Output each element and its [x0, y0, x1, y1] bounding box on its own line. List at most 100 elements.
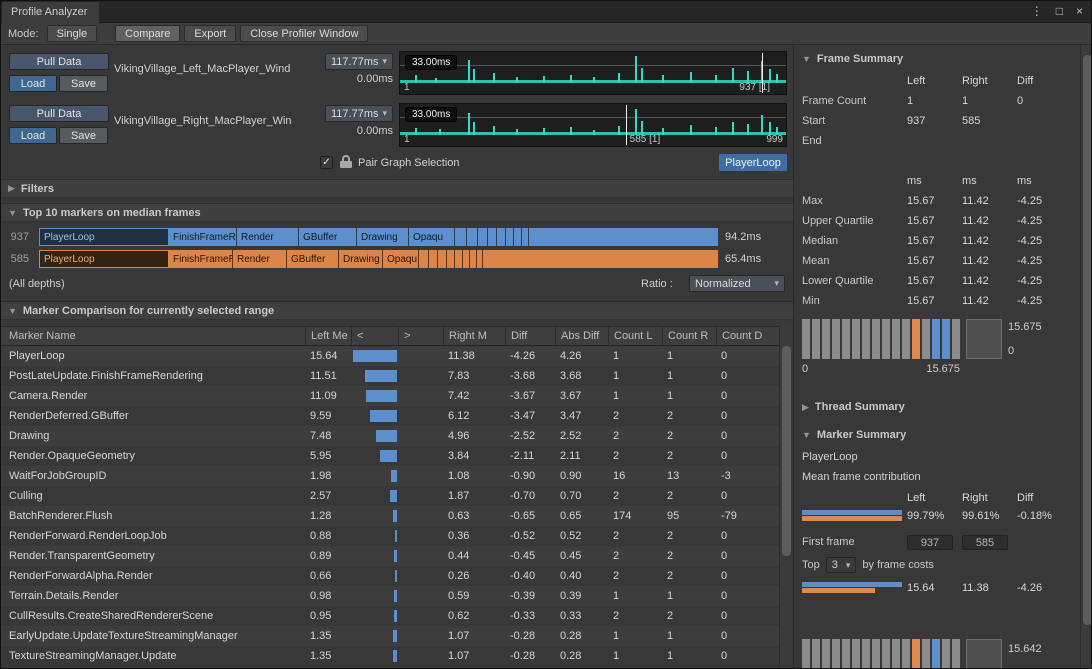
histogram-selection-box[interactable] — [966, 639, 1002, 669]
marker-segment[interactable] — [514, 228, 522, 246]
marker-segment[interactable]: Render — [233, 250, 287, 268]
marker-segment[interactable] — [438, 250, 447, 268]
marker-segment[interactable] — [419, 250, 429, 268]
comparison-scrollbar[interactable] — [779, 326, 792, 669]
maximize-icon[interactable]: □ — [1056, 4, 1063, 18]
range-max-dropdown-left[interactable]: 117.77ms ▾ — [325, 53, 393, 70]
foldout-open-icon[interactable]: ▼ — [802, 54, 811, 64]
marker-segment[interactable] — [483, 250, 719, 268]
close-profiler-window-button[interactable]: Close Profiler Window — [240, 25, 368, 42]
foldout-open-icon[interactable]: ▼ — [802, 430, 811, 440]
column-header-left-me[interactable]: Left Me — [305, 327, 351, 345]
marker-row[interactable]: CullResults.CreateSharedRendererScene0.9… — [1, 606, 779, 626]
column-header-count-l[interactable]: Count L — [608, 327, 662, 345]
save-button-right[interactable]: Save — [59, 127, 108, 144]
foldout-open-icon[interactable]: ▼ — [8, 306, 17, 316]
foldout-closed-icon[interactable]: ▶ — [802, 402, 809, 413]
marker-row[interactable]: BatchRenderer.Flush1.280.63-0.650.651749… — [1, 506, 779, 526]
column-header-diff[interactable]: Diff — [505, 327, 555, 345]
thread-summary-header[interactable]: ▶ Thread Summary — [802, 401, 905, 413]
ratio-dropdown[interactable]: Normalized ▾ — [689, 275, 785, 292]
marker-segment[interactable] — [467, 228, 478, 246]
marker-row[interactable]: Terrain.Details.Render0.980.59-0.390.391… — [1, 586, 779, 606]
marker-segment[interactable]: Opaqu — [383, 250, 419, 268]
load-button-left[interactable]: Load — [9, 75, 57, 92]
marker-segment[interactable]: Drawing — [339, 250, 383, 268]
marker-segment[interactable]: PlayerLoop — [39, 228, 169, 246]
marker-row[interactable]: RenderForward.RenderLoopJob0.880.36-0.52… — [1, 526, 779, 546]
marker-segment[interactable] — [488, 228, 497, 246]
column-header--[interactable]: < — [351, 327, 398, 345]
top10-bar[interactable]: PlayerLoopFinishFrameRRenderGBufferDrawi… — [39, 250, 719, 268]
summary-scrollbar[interactable] — [1080, 45, 1092, 669]
selected-frame-marker[interactable] — [626, 105, 627, 145]
column-header-right-m[interactable]: Right M — [443, 327, 505, 345]
window-tab[interactable]: Profile Analyzer — [2, 2, 99, 23]
marker-row[interactable]: PlayerLoop15.6411.38-4.264.26110 — [1, 346, 779, 366]
foldout-closed-icon[interactable]: ▶ — [8, 183, 15, 194]
marker-segment[interactable] — [478, 228, 488, 246]
marker-summary-header[interactable]: ▼ Marker Summary — [802, 429, 906, 441]
marker-row[interactable]: Render.OpaqueGeometry5.953.84-2.112.1122… — [1, 446, 779, 466]
histogram-selection-box[interactable] — [966, 319, 1002, 359]
pair-selection-checkbox[interactable]: ✓ — [320, 156, 333, 169]
scrollbar-thumb[interactable] — [782, 346, 791, 556]
marker-segment[interactable]: PlayerLoop — [39, 250, 169, 268]
column-header-count-r[interactable]: Count R — [662, 327, 716, 345]
close-icon[interactable]: × — [1076, 4, 1083, 18]
frame-summary-histogram[interactable] — [802, 319, 960, 359]
pull-data-button-left[interactable]: Pull Data — [9, 53, 109, 70]
frame-time-graph-right[interactable]: 33.00ms 1 585 [1] 999 — [399, 103, 787, 147]
range-max-dropdown-right[interactable]: 117.77ms ▾ — [325, 105, 393, 122]
marker-row[interactable]: PostLateUpdate.FinishFrameRendering11.51… — [1, 366, 779, 386]
save-button-left[interactable]: Save — [59, 75, 108, 92]
marker-segment[interactable] — [463, 250, 470, 268]
column-header-marker-name[interactable]: Marker Name — [1, 327, 305, 345]
foldout-open-icon[interactable]: ▼ — [8, 208, 17, 218]
marker-segment[interactable] — [497, 228, 506, 246]
marker-segment[interactable] — [470, 250, 477, 268]
marker-row[interactable]: TextureStreamingManager.Update1.351.07-0… — [1, 646, 779, 666]
mode-single-button[interactable]: Single — [47, 25, 98, 42]
frame-summary-header[interactable]: ▼ Frame Summary — [802, 53, 903, 65]
top-n-dropdown[interactable]: 3 ▾ — [826, 557, 857, 573]
scrollbar-thumb[interactable] — [1083, 55, 1092, 625]
marker-segment[interactable]: Opaqu — [409, 228, 455, 246]
marker-row[interactable]: Render.TransparentGeometry0.890.44-0.450… — [1, 546, 779, 566]
marker-row[interactable]: RenderForwardAlpha.Render0.660.26-0.400.… — [1, 566, 779, 586]
marker-row[interactable]: Culling2.571.87-0.700.70220 — [1, 486, 779, 506]
marker-segment[interactable] — [506, 228, 514, 246]
marker-segment[interactable] — [529, 228, 719, 246]
marker-segment[interactable] — [455, 250, 463, 268]
marker-segment[interactable] — [522, 228, 529, 246]
marker-summary-histogram[interactable] — [802, 639, 960, 669]
column-header-abs-diff[interactable]: Abs Diff — [555, 327, 608, 345]
menu-icon[interactable]: ⋮ — [1031, 4, 1043, 18]
marker-segment[interactable]: Drawing — [357, 228, 409, 246]
comparison-section-header[interactable]: ▼ Marker Comparison for currently select… — [1, 301, 793, 320]
marker-segment[interactable] — [455, 228, 467, 246]
marker-segment[interactable]: FinishFrameR — [169, 228, 237, 246]
marker-row[interactable]: Drawing7.484.96-2.522.52220 — [1, 426, 779, 446]
pull-data-button-right[interactable]: Pull Data — [9, 105, 109, 122]
marker-row[interactable]: EarlyUpdate.UpdateTextureStreamingManage… — [1, 626, 779, 646]
graph-plot[interactable] — [400, 104, 786, 135]
marker-segment[interactable]: Render — [237, 228, 299, 246]
paired-marker-chip[interactable]: PlayerLoop — [719, 154, 787, 171]
marker-segment[interactable]: GBuffer — [287, 250, 339, 268]
load-button-right[interactable]: Load — [9, 127, 57, 144]
frame-time-graph-left[interactable]: 33.00ms 1 937 [1] — [399, 51, 787, 95]
column-header-count-d[interactable]: Count D — [716, 327, 770, 345]
lock-icon[interactable] — [340, 155, 352, 168]
first-frame-right-button[interactable]: 585 — [962, 535, 1008, 550]
export-button[interactable]: Export — [184, 25, 236, 42]
marker-row[interactable]: RenderDeferred.GBuffer9.596.12-3.473.472… — [1, 406, 779, 426]
marker-row[interactable]: WaitForJobGroupID1.981.08-0.900.901613-3 — [1, 466, 779, 486]
marker-segment[interactable] — [429, 250, 438, 268]
mode-compare-button[interactable]: Compare — [115, 25, 180, 42]
top10-section-header[interactable]: ▼ Top 10 markers on median frames — [1, 203, 793, 222]
marker-segment[interactable]: FinishFrameR — [169, 250, 233, 268]
top10-bar[interactable]: PlayerLoopFinishFrameRRenderGBufferDrawi… — [39, 228, 719, 246]
marker-row[interactable]: Camera.Render11.097.42-3.673.67110 — [1, 386, 779, 406]
column-header--[interactable]: > — [398, 327, 443, 345]
